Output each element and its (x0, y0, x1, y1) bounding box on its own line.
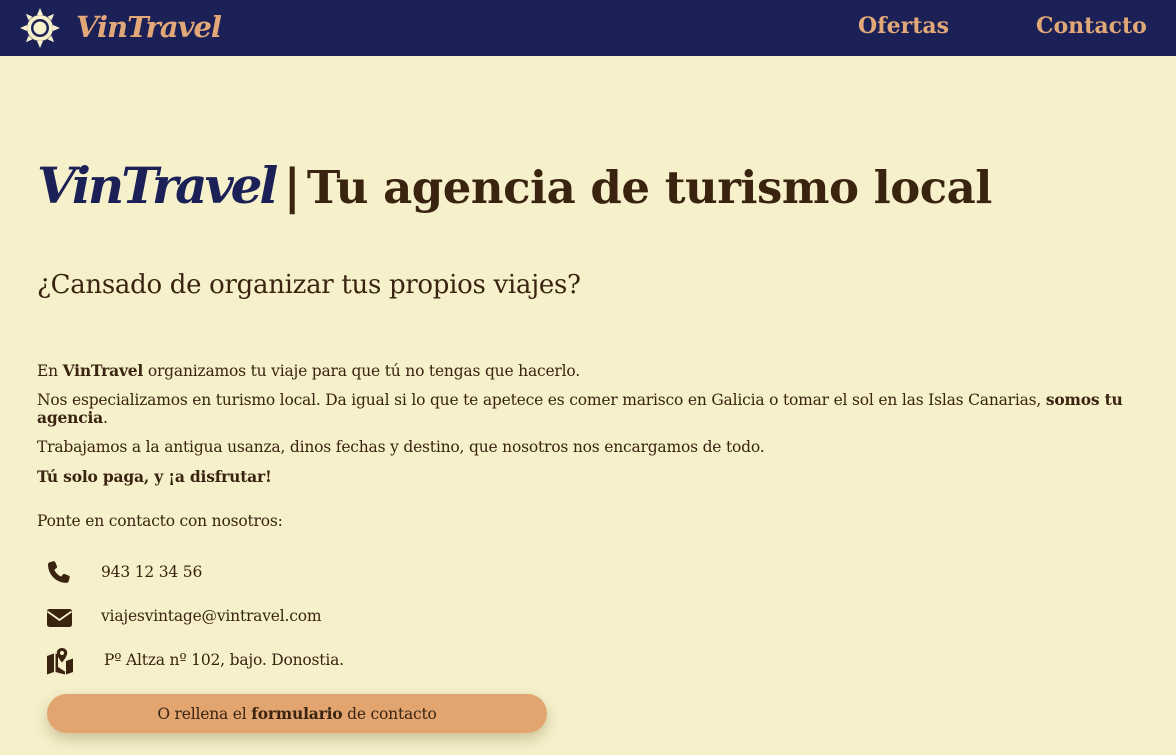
intro-text-pre: En (37, 362, 63, 380)
sun-icon[interactable] (19, 7, 61, 49)
email-address[interactable]: viajesvintage@vintravel.com (101, 607, 322, 625)
method-paragraph: Trabajamos a la antigua usanza, dinos fe… (37, 438, 765, 456)
form-button-pre: O rellena el (157, 705, 252, 723)
map-icon (47, 648, 73, 675)
headline-tagline: Tu agencia de turismo local (306, 161, 993, 214)
page-subtitle: ¿Cansado de organizar tus propios viajes… (37, 270, 581, 300)
street-address: Pº Altza nº 102, bajo. Donostia. (104, 651, 344, 669)
nav-link-contacto[interactable]: Contacto (1036, 13, 1147, 39)
contact-intro: Ponte en contacto con nosotros: (37, 512, 283, 530)
intro-text-post: organizamos tu viaje para que tú no teng… (143, 362, 580, 380)
specialty-paragraph: Nos especializamos en turismo local. Da … (37, 391, 1137, 427)
headline-brand: VinTravel (37, 156, 278, 215)
intro-paragraph: En VinTravel organizamos tu viaje para q… (37, 362, 580, 380)
page-title: VinTravel | Tu agencia de turismo local (37, 156, 992, 215)
contact-form-button[interactable]: O rellena el formulario de contacto (47, 694, 547, 733)
form-button-bold: formulario (251, 704, 343, 723)
specialty-text-post: . (102, 409, 108, 427)
form-button-post: de contacto (342, 705, 437, 723)
specialty-text-pre: Nos especializamos en turismo local. Da … (37, 391, 1046, 409)
intro-text-brand: VinTravel (62, 361, 144, 380)
brand-link[interactable]: VinTravel (76, 10, 222, 44)
slogan-paragraph: Tú solo paga, y ¡a disfrutar! (37, 467, 272, 486)
navbar: VinTravel Ofertas Contacto (0, 0, 1176, 56)
phone-number[interactable]: 943 12 34 56 (101, 563, 202, 581)
phone-icon (48, 561, 70, 583)
envelope-icon (46, 609, 73, 627)
headline-separator: | (283, 159, 301, 215)
nav-link-ofertas[interactable]: Ofertas (858, 13, 949, 39)
